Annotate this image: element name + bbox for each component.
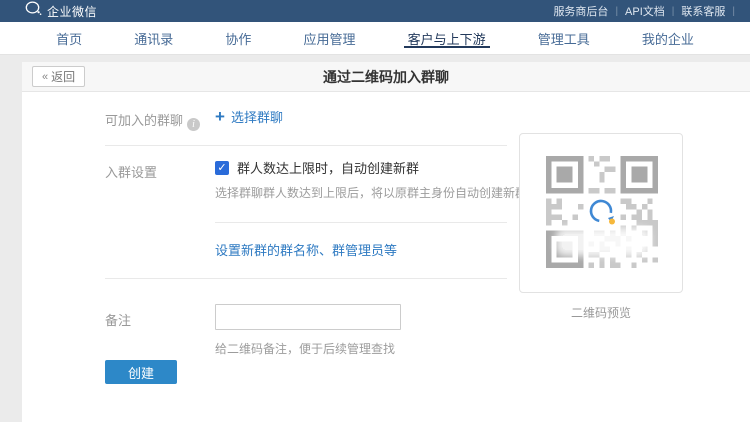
join-settings-helper: 选择群聊群人数达到上限后，将以原群主身份自动创建新群 xyxy=(215,184,527,201)
app-title: 企业微信 xyxy=(47,3,97,20)
nav-item-customers-updownstream[interactable]: 客户与上下游 xyxy=(404,22,490,54)
chat-bubble-icon xyxy=(25,1,42,21)
remark-input[interactable] xyxy=(215,304,401,330)
new-group-settings-link[interactable]: 设置新群的群名称、群管理员等 xyxy=(215,240,397,259)
separator: | xyxy=(672,6,675,17)
joinable-group-label-text: 可加入的群聊 xyxy=(105,113,183,128)
page-header: « 返回 通过二维码加入群聊 xyxy=(22,62,750,92)
topbar-link-contact-support[interactable]: 联系客服 xyxy=(681,3,725,19)
remark-helper: 给二维码备注，便于后续管理查找 xyxy=(215,340,395,357)
joinable-group-label: 可加入的群聊 i xyxy=(105,110,200,131)
separator: | xyxy=(732,6,735,17)
nav-item-home[interactable]: 首页 xyxy=(52,22,86,54)
wecom-bubble-icon xyxy=(585,195,619,229)
select-group-label: 选择群聊 xyxy=(231,107,283,126)
plus-icon: + xyxy=(215,108,225,125)
form-body: 可加入的群聊 i + 选择群聊 入群设置 ✓ 群人数达上限时，自动创建新群 选择群… xyxy=(22,92,750,421)
topbar-link-provider-console[interactable]: 服务商后台 xyxy=(553,3,608,19)
topbar-links: 服务商后台 | API文档 | 联系客服 | xyxy=(553,3,742,19)
auto-create-group-label: 群人数达上限时，自动创建新群 xyxy=(237,158,419,177)
topbar: 企业微信 服务商后台 | API文档 | 联系客服 | xyxy=(0,0,750,22)
app-logo[interactable]: 企业微信 xyxy=(25,1,97,21)
qr-privacy-blur xyxy=(562,234,644,250)
nav-item-contacts[interactable]: 通讯录 xyxy=(130,22,177,54)
qr-caption: 二维码预览 xyxy=(519,304,683,321)
nav-item-collaboration[interactable]: 协作 xyxy=(221,22,255,54)
join-settings-label: 入群设置 xyxy=(105,162,157,181)
nav-item-app-management[interactable]: 应用管理 xyxy=(299,22,359,54)
topbar-link-api-docs[interactable]: API文档 xyxy=(625,3,665,19)
divider xyxy=(105,278,507,279)
select-group-link[interactable]: + 选择群聊 xyxy=(215,107,283,126)
divider xyxy=(215,222,507,223)
auto-create-group-checkbox-row[interactable]: ✓ 群人数达上限时，自动创建新群 xyxy=(215,158,419,177)
nav-item-my-enterprise[interactable]: 我的企业 xyxy=(638,22,698,54)
page-title: 通过二维码加入群聊 xyxy=(22,62,750,92)
separator: | xyxy=(615,6,618,17)
divider xyxy=(105,145,507,146)
content-card: « 返回 通过二维码加入群聊 可加入的群聊 i + 选择群聊 入群设置 ✓ 群人数… xyxy=(22,62,750,422)
create-button[interactable]: 创建 xyxy=(105,360,177,384)
checkbox-checked-icon[interactable]: ✓ xyxy=(215,161,229,175)
qr-code-image xyxy=(546,156,658,268)
qr-preview-card xyxy=(519,133,683,293)
info-icon[interactable]: i xyxy=(187,118,200,131)
nav-item-management-tools[interactable]: 管理工具 xyxy=(534,22,594,54)
remark-label: 备注 xyxy=(105,310,131,329)
main-nav: 首页 通讯录 协作 应用管理 客户与上下游 管理工具 我的企业 xyxy=(0,22,750,55)
